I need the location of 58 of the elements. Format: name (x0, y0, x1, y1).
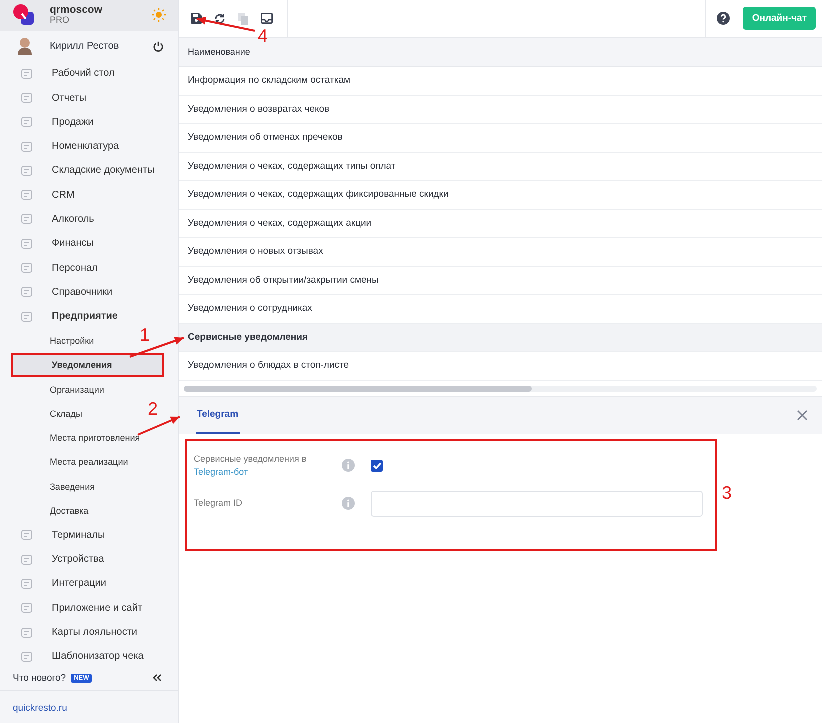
sidebar-item[interactable]: Складские документы (0, 158, 178, 184)
table-row[interactable]: Уведомления об отменах пречеков (179, 124, 822, 152)
tab[interactable]: Telegram (196, 396, 240, 434)
table-row[interactable]: Уведомления о новых отзывах (179, 238, 822, 266)
field-label: Сервисные уведомления в Telegram-бот (194, 452, 308, 478)
double-chevron-icon[interactable] (153, 674, 162, 682)
sidebar-item[interactable]: Карты лояльности (0, 620, 178, 645)
sidebar-subitem[interactable]: Склады (11, 402, 87, 426)
sidebar-subitem[interactable]: Доставка (11, 498, 93, 524)
table-row[interactable]: Уведомления о чеках, содержащих типы оплат (179, 152, 822, 181)
inbox-icon[interactable] (259, 11, 275, 26)
avatar-icon (17, 37, 33, 56)
sidebar-subitem[interactable]: Заведения (11, 474, 100, 499)
table-row[interactable]: Уведомления о возвратах чеков (179, 96, 822, 124)
step-number: 1 (140, 326, 150, 344)
logo-icon (13, 4, 35, 26)
table-row[interactable]: Уведомления о чеках, содержащих акции (179, 210, 822, 238)
sidebar-item[interactable]: Интеграции (0, 572, 178, 596)
user-name: Кирилл Рестов (50, 40, 120, 52)
table-row[interactable]: Уведомления об открытии/закрытии смены (179, 266, 822, 295)
field-label: Telegram ID (194, 497, 244, 510)
sidebar-subitem[interactable]: Организации (11, 377, 108, 402)
table-row[interactable]: Уведомления о чеках, содержащих фиксированные скидки (179, 181, 822, 210)
sidebar-item[interactable]: Алкоголь (0, 207, 178, 232)
sidebar-item[interactable]: Приложение и сайт (0, 596, 178, 620)
sidebar-item[interactable]: CRM (0, 183, 178, 208)
input-field[interactable] (371, 490, 703, 516)
whats-new-link[interactable]: Что нового? (13, 672, 66, 684)
plan-label: PRO (50, 16, 70, 26)
step-number: 2 (148, 400, 158, 418)
sidebar-item[interactable]: Продажи (0, 110, 178, 134)
close-icon[interactable] (797, 410, 808, 420)
sidebar-subitem[interactable]: Места реализации (11, 450, 132, 475)
sidebar-item[interactable]: Предприятие (0, 304, 178, 329)
power-icon[interactable] (153, 40, 164, 52)
site-link[interactable]: quickresto.ru (13, 702, 68, 714)
sidebar-item[interactable]: Отчеты (0, 86, 178, 110)
sidebar-item[interactable]: Номенклатура (0, 134, 178, 159)
sidebar-item[interactable]: Рабочий стол (0, 62, 178, 86)
sidebar-subitem[interactable]: Места приготовления (11, 426, 144, 450)
scrollbar-thumb[interactable] (184, 386, 532, 392)
account-name: qrmoscow (50, 4, 104, 16)
table-row[interactable]: Сервисные уведомления (179, 324, 822, 352)
sidebar-subitem[interactable]: Уведомления (11, 353, 164, 378)
arrow (196, 16, 256, 32)
table-row[interactable]: Информация по складским остаткам (179, 67, 822, 96)
checkbox[interactable] (371, 460, 383, 472)
help-icon[interactable] (717, 12, 730, 25)
sidebar-item[interactable]: Персонал (0, 256, 178, 280)
sidebar-subitem[interactable]: Настройки (11, 328, 98, 354)
sidebar-item[interactable]: Терминалы (0, 523, 178, 548)
step-number: 3 (722, 484, 732, 502)
sidebar-item[interactable]: Финансы (0, 232, 178, 256)
table-row[interactable]: Уведомления о блюдах в стоп-листе (179, 352, 822, 380)
sidebar-item[interactable]: Шаблонизатор чека (0, 644, 178, 669)
sidebar-item[interactable]: Справочники (0, 280, 178, 305)
sidebar-item[interactable]: Устройства (0, 548, 178, 572)
arrow (138, 416, 180, 436)
